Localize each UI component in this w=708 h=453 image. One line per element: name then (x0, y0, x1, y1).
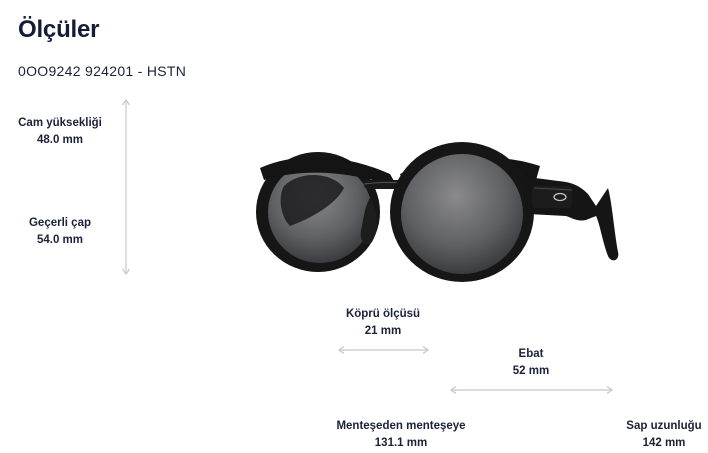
ebat-dimension: Ebat 52 mm (478, 346, 584, 380)
ebat-label: Ebat (518, 348, 544, 360)
double-arrow-icon (337, 346, 430, 354)
model-code: 0OO9242 924201 - HSTN (18, 63, 187, 79)
page-title: Ölçüler (18, 16, 100, 43)
diameter-label: Geçerli çap (28, 217, 91, 229)
sunglasses-image (256, 142, 619, 282)
bridge-dimension: Köprü ölçüsü 21 mm (330, 306, 436, 340)
bridge-value: 21 mm (364, 325, 402, 337)
lens-height-value: 48.0 mm (36, 134, 84, 146)
double-arrow-icon (122, 98, 130, 276)
ebat-value: 52 mm (512, 365, 550, 377)
temple-dimension: Sap uzunluğu 142 mm (614, 418, 708, 452)
hinge-label: Menteşeden menteşeye (336, 420, 466, 432)
temple-label: Sap uzunluğu (626, 420, 702, 432)
double-arrow-icon (449, 386, 614, 394)
hinge-value: 131.1 mm (374, 437, 428, 449)
diameter-value: 54.0 mm (36, 234, 84, 246)
bridge-label: Köprü ölçüsü (345, 308, 421, 320)
lens-height-label: Cam yüksekliği (18, 117, 102, 129)
temple-value: 142 mm (642, 437, 686, 449)
diameter-dimension: Geçerli çap 54.0 mm (14, 215, 106, 249)
lens-height-dimension: Cam yüksekliği 48.0 mm (14, 115, 106, 149)
hinge-dimension: Menteşeden menteşeye 131.1 mm (326, 418, 476, 452)
